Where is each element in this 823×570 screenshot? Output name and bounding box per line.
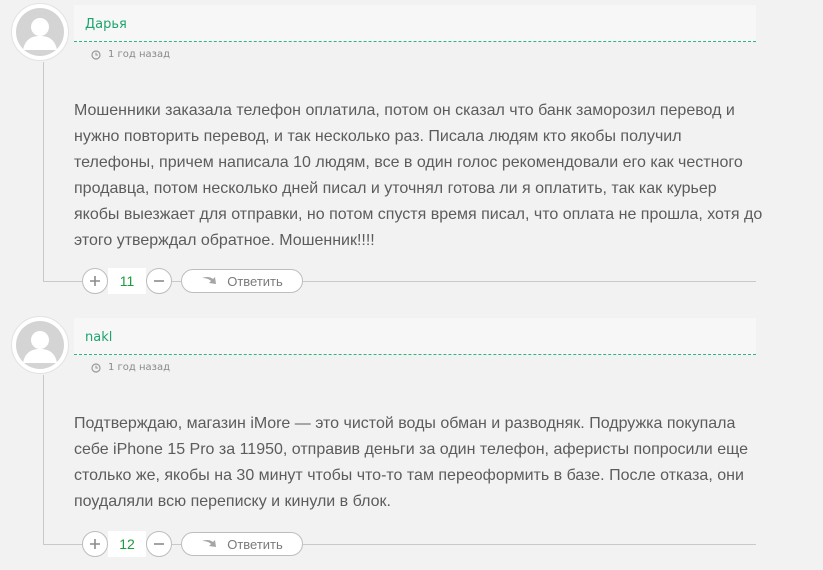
default-user-avatar-icon xyxy=(16,8,64,56)
comment-meta: 1 год назад xyxy=(91,49,170,60)
comment-actions: 11 Ответить xyxy=(82,268,303,294)
thread-line xyxy=(43,375,44,544)
avatar xyxy=(11,3,69,61)
comment-author[interactable]: nakl xyxy=(85,330,112,345)
reply-label: Ответить xyxy=(227,536,283,552)
plus-icon xyxy=(90,276,100,286)
minus-icon xyxy=(154,543,164,545)
reply-label: Ответить xyxy=(227,273,283,289)
comment-actions: 12 Ответить xyxy=(82,531,303,557)
comment-text: Подтверждаю, магазин iMore — это чистой … xyxy=(74,415,748,510)
downvote-button[interactable] xyxy=(146,268,172,294)
vote-count: 11 xyxy=(108,268,146,294)
comment: nakl 1 год назад Подтверждаю, магазин iM… xyxy=(0,313,823,570)
comment-author[interactable]: Дарья xyxy=(85,17,127,32)
comment-header: nakl xyxy=(74,318,756,355)
default-user-avatar-icon xyxy=(16,321,64,369)
clock-icon xyxy=(91,362,101,373)
reply-arrow-icon xyxy=(202,539,217,547)
comment-header: Дарья xyxy=(74,5,756,42)
upvote-button[interactable] xyxy=(82,268,108,294)
minus-icon xyxy=(154,280,164,282)
downvote-button[interactable] xyxy=(146,531,172,557)
reply-button[interactable]: Ответить xyxy=(181,532,303,556)
clock-icon xyxy=(91,49,101,60)
comment-meta: 1 год назад xyxy=(91,362,170,373)
vote-count: 12 xyxy=(108,531,146,557)
avatar xyxy=(11,316,69,374)
upvote-button[interactable] xyxy=(82,531,108,557)
comment-time: 1 год назад xyxy=(108,49,171,60)
reply-button[interactable]: Ответить xyxy=(181,269,303,293)
reply-arrow-icon xyxy=(202,276,217,284)
thread-line xyxy=(43,62,44,281)
plus-icon xyxy=(90,539,100,549)
comment-time: 1 год назад xyxy=(108,362,171,373)
comment: Дарья 1 год назад Мошенники заказала тел… xyxy=(0,0,823,300)
comment-text: Мошенники заказала телефон оплатила, пот… xyxy=(74,102,763,249)
